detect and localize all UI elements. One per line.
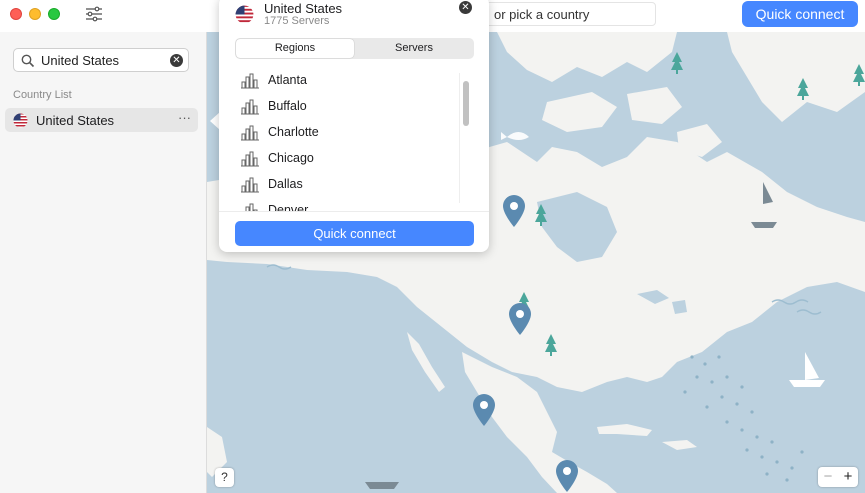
list-item[interactable]: Buffalo <box>235 95 457 121</box>
server-pin-icon[interactable] <box>471 393 497 427</box>
sidebar-search-input[interactable]: United States ✕ <box>13 48 189 72</box>
city-icon <box>245 203 258 211</box>
list-item[interactable]: Denver <box>235 199 457 211</box>
city-name: Atlanta <box>268 73 307 87</box>
city-name: Chicago <box>268 151 314 165</box>
list-item[interactable]: Atlanta <box>235 69 457 95</box>
zoom-out-button[interactable]: − <box>818 467 838 487</box>
city-name: Charlotte <box>268 125 319 139</box>
tab-regions[interactable]: Regions <box>236 39 354 58</box>
server-pin-icon[interactable] <box>554 459 580 493</box>
more-options-icon[interactable]: ··· <box>178 110 191 125</box>
help-button[interactable]: ? <box>215 468 234 487</box>
city-icon <box>241 73 259 89</box>
list-item[interactable]: Charlotte <box>235 121 457 147</box>
minimize-window-button[interactable] <box>29 8 41 20</box>
list-item[interactable]: Chicago <box>235 147 457 173</box>
quick-connect-button[interactable]: Quick connect <box>742 1 858 27</box>
city-icon <box>241 177 259 193</box>
scrollbar-thumb[interactable] <box>463 81 469 126</box>
search-icon <box>21 54 35 68</box>
popover-title: United States <box>264 1 343 16</box>
close-window-button[interactable] <box>10 8 22 20</box>
sidebar-item-united-states[interactable]: United States ··· <box>5 108 198 132</box>
tab-servers[interactable]: Servers <box>355 39 473 58</box>
popover-quick-connect-button[interactable]: Quick connect <box>235 221 474 246</box>
city-icon <box>241 99 259 115</box>
close-icon[interactable]: ✕ <box>459 1 472 14</box>
region-list: Atlanta Buffalo Charlotte Chicago Dallas… <box>235 69 457 211</box>
city-icon <box>241 151 259 167</box>
divider <box>219 211 489 212</box>
zoom-in-button[interactable]: + <box>838 467 858 487</box>
country-search-input[interactable]: or pick a country <box>480 2 656 26</box>
server-pin-icon[interactable] <box>507 302 533 336</box>
country-popover: United States 1775 Servers ✕ Regions Ser… <box>219 0 489 252</box>
list-item[interactable]: Dallas <box>235 173 457 199</box>
us-flag-icon <box>13 113 28 128</box>
regions-servers-toggle: Regions Servers <box>235 38 474 59</box>
sliders-icon[interactable] <box>84 6 104 22</box>
city-icon <box>241 125 259 141</box>
server-pin-icon[interactable] <box>501 194 527 228</box>
zoom-window-button[interactable] <box>48 8 60 20</box>
sidebar: United States ✕ Country List United Stat… <box>0 32 207 493</box>
clear-search-icon[interactable]: ✕ <box>170 54 183 67</box>
city-name: Dallas <box>268 177 303 191</box>
zoom-controls: − + <box>818 467 858 487</box>
sidebar-search-value: United States <box>41 53 120 68</box>
city-name: Denver <box>268 203 309 211</box>
city-name: Buffalo <box>268 99 307 113</box>
us-flag-icon <box>235 5 254 24</box>
server-count: 1775 Servers <box>264 15 330 27</box>
sidebar-item-label: United States <box>36 113 115 128</box>
country-list-label: Country List <box>13 89 72 101</box>
